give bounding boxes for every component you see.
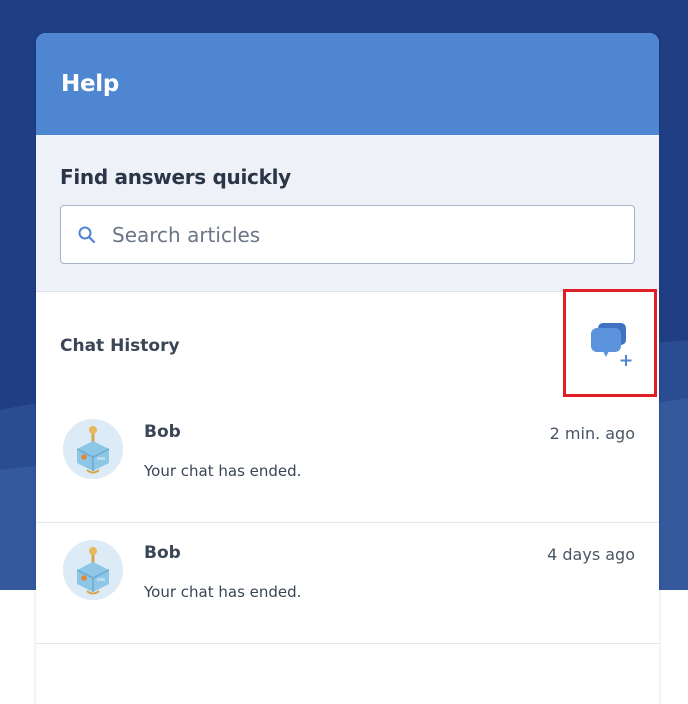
new-chat-icon (591, 323, 632, 366)
widget-title: Help (61, 71, 119, 97)
chat-list-item[interactable]: Bob 4 days ago Your chat has ended. (36, 523, 659, 644)
chat-timestamp: 4 days ago (547, 545, 635, 564)
chat-timestamp: 2 min. ago (549, 424, 635, 443)
search-box[interactable] (60, 205, 635, 264)
bot-avatar (63, 540, 123, 600)
new-chat-button[interactable] (563, 289, 657, 397)
search-section: Find answers quickly (36, 135, 659, 292)
search-input[interactable] (112, 222, 612, 247)
chat-sender-name: Bob (144, 543, 181, 563)
chat-last-message: Your chat has ended. (144, 462, 302, 480)
chat-history-header: Chat History (36, 289, 659, 402)
help-widget: Help Find answers quickly Chat History (36, 33, 659, 704)
chat-last-message: Your chat has ended. (144, 583, 302, 601)
chat-sender-name: Bob (144, 422, 181, 442)
chat-list-item[interactable]: Bob 2 min. ago Your chat has ended. (36, 402, 659, 523)
bot-avatar (63, 419, 123, 479)
search-icon (77, 225, 97, 245)
search-heading: Find answers quickly (60, 165, 291, 189)
widget-header: Help (36, 33, 659, 135)
